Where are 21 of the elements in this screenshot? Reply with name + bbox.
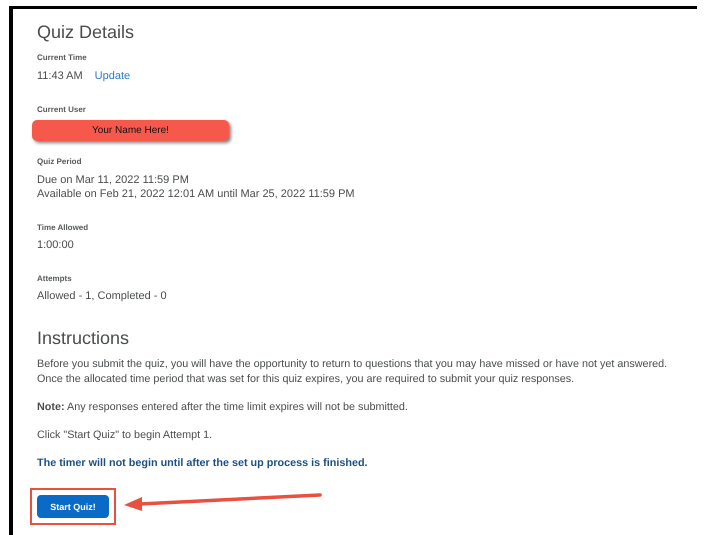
period-text: Available on Feb 21, 2022 12:01 AM until Mar 25, 2022 11:59 PM (37, 187, 355, 201)
name-banner: Your Name Here! (32, 120, 229, 141)
arrow-icon (122, 492, 322, 512)
instruction-text: Click "Start Quiz" to begin Attempt 1. (37, 428, 212, 443)
time-allowed-value: 1:00:00 (37, 238, 74, 252)
field-label: Time Allowed (37, 223, 88, 233)
instruction-text: Once the allocated time period that was set for this quiz expires, you are required to submit your quiz responses. (37, 372, 576, 387)
update-link[interactable]: Update (94, 69, 130, 83)
start-quiz-button[interactable]: Start Quiz! (37, 495, 109, 518)
field-label: Attempts (37, 274, 72, 284)
section-heading: Instructions (37, 327, 130, 349)
period-text: Due on Mar 11, 2022 11:59 PM (37, 173, 189, 187)
field-label: Current User (37, 105, 86, 115)
section-heading: Quiz Details (37, 21, 134, 43)
note-text: Note: Any responses entered after the time limit expires will not be submitted. (37, 400, 408, 415)
instruction-text: Before you submit the quiz, you will have the opportunity to return to questions that you may have missed or have not yet answered. (37, 357, 668, 372)
timer-notice: The timer will not begin until after the set up process is finished. (37, 456, 368, 471)
field-label: Current Time (37, 53, 87, 63)
field-label: Quiz Period (37, 157, 82, 167)
time-value: 11:43 AM (37, 69, 83, 83)
attempts-value: Allowed - 1, Completed - 0 (37, 289, 167, 303)
